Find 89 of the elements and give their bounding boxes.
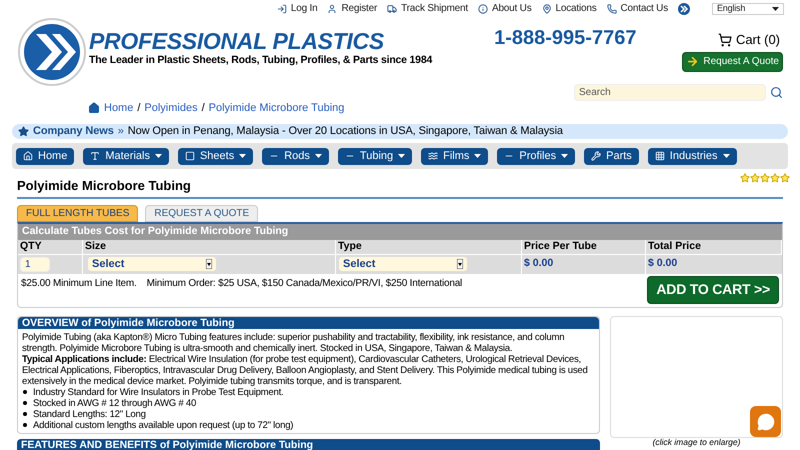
nav-button[interactable]: Rods (262, 148, 329, 164)
breadcrumb-link[interactable]: Polyimides (144, 100, 198, 116)
section-header: FEATURES AND BENEFITS of Polyimide Microbore Tubing (17, 438, 600, 450)
cart-link[interactable]: Cart (0) (718, 30, 780, 50)
info-icon (478, 4, 488, 14)
user-icon (327, 4, 338, 14)
star-icon (740, 173, 750, 183)
star-icon (780, 173, 790, 183)
applications-text: Typical Applications include: Electrical Wire Insulation (for probe test equipment), Cardiovascular Catheters, Urological Retrieval Devices, Electrical Applications, Fiberoptics, Intravascular Drug Delivery, Balloon Angioplasty, and Stent Delivery. This Polyimide medical tubing is used extensively in the medical device market. Polyimide tubing transmits torque, and is transparent. (22, 354, 589, 386)
nav-button[interactable]: Tubing (338, 148, 412, 164)
wave-icon (428, 151, 438, 161)
search-field[interactable]: Search (574, 84, 766, 101)
map-pin-icon (542, 4, 552, 14)
bullet-icon (23, 401, 27, 405)
top-link[interactable]: Contact Us (606, 1, 668, 16)
page-title: Polyimide Microbore Tubing (17, 177, 191, 195)
grid-icon (654, 151, 665, 161)
home-icon (88, 102, 100, 114)
phone-icon (606, 4, 617, 14)
star-icon (770, 173, 780, 183)
breadcrumb-link[interactable]: Polyimide Microbore Tubing (208, 100, 344, 116)
star-icon (18, 126, 29, 137)
image-caption: (click image to enlarge) (652, 438, 740, 446)
brand-tagline: The Leader in Plastic Sheets, Rods, Tubing, Profiles, & Parts since 1984 (89, 54, 432, 66)
bullet-icon (23, 390, 27, 394)
news-label: Company News (33, 124, 114, 140)
minimum-order-note: Minimum Order: $25 USA, $150 Canada/Mexico/PR/VI, $250 International (146, 276, 462, 290)
search-icon[interactable] (770, 86, 783, 99)
top-link[interactable]: Track Shipment (387, 1, 468, 16)
nav-button[interactable]: Films (421, 148, 488, 164)
sheet-icon (184, 151, 195, 161)
bullet-icon (23, 412, 27, 416)
news-text: Now Open in Penang, Malaysia - Over 20 Locations in USA, Singapore, Taiwan & Malaysia (128, 124, 563, 140)
column-header: Price Per Tube (522, 240, 646, 254)
home-icon (23, 151, 33, 161)
arrow-icon (686, 55, 700, 68)
calculator-title: Calculate Tubes Cost for Polyimide Microbore Tubing (18, 224, 782, 240)
top-link[interactable]: Locations (542, 1, 597, 16)
bullet-text: Additional custom lengths available upon request (up to 72" long) (33, 420, 294, 430)
top-link[interactable]: Log In (276, 1, 318, 16)
wrench-icon (591, 151, 602, 161)
star-icon (750, 173, 760, 183)
letters-icon (90, 151, 100, 161)
star-icon (760, 173, 770, 183)
logo-mark-icon (678, 2, 690, 14)
table-cell-text: $ 0.00 (647, 256, 678, 272)
breadcrumb-link[interactable]: Home (104, 100, 134, 116)
chat-icon (756, 412, 774, 430)
qty-field[interactable]: 1 (20, 256, 50, 272)
logo-icon (18, 18, 86, 86)
table-cell: $ 0.00 (522, 254, 646, 274)
breadcrumb-separator: / (137, 100, 140, 116)
nav-button[interactable]: Sheets (178, 148, 254, 164)
bullet-text: Stocked in AWG # 12 through AWG # 40 (33, 398, 196, 408)
nav-button[interactable]: Parts (584, 148, 639, 164)
language-select[interactable]: English (712, 2, 784, 14)
truck-icon (387, 4, 398, 14)
select-dropdown[interactable]: Select (87, 256, 217, 272)
column-header: QTY (18, 240, 83, 254)
top-link[interactable]: Register (327, 1, 378, 16)
column-header: Size (83, 240, 336, 254)
caret-icon (772, 6, 779, 10)
cart-icon (718, 32, 732, 47)
tab[interactable]: REQUEST A QUOTE (145, 204, 258, 222)
bullet-text: Standard Lengths: 12" Long (33, 408, 146, 420)
overview-text: Polyimide Tubing (aka Kapton®) Micro Tubing features include: superior pushability and tractability, flexibility, ink resistance, and column strength. Polyimide Microbore Tubing is ultra-smooth and chemically inert. Stocked in USA, Singapore, Taiwan & Malaysia. (22, 332, 566, 354)
dropdown-arrow-icon (206, 259, 212, 269)
column-header: Total Price (646, 240, 782, 254)
news-chevron: » (118, 124, 124, 140)
nav-button[interactable]: Materials (83, 148, 169, 164)
select-dropdown[interactable]: Select (338, 256, 468, 272)
nav-button[interactable]: Home (16, 148, 74, 164)
chat-button[interactable] (750, 406, 781, 437)
nav-button[interactable]: Industries (648, 148, 736, 164)
dropdown-arrow-icon (457, 259, 463, 269)
tab[interactable]: FULL LENGTH TUBES (17, 204, 138, 222)
breadcrumb-separator: / (202, 100, 205, 116)
minimum-line-note: $25.00 Minimum Line Item. (21, 276, 137, 290)
brand-name: PROFESSIONAL PLASTICS (89, 28, 385, 54)
section-header: OVERVIEW of Polyimide Microbore Tubing (18, 316, 599, 328)
request-quote-button[interactable]: Request A Quote (682, 52, 783, 72)
add-to-cart-button[interactable]: ADD TO CART >> (647, 276, 779, 304)
column-header: Type (336, 240, 522, 254)
phone-number: 1-888-995-7767 (494, 26, 636, 49)
nav-button[interactable]: Profiles (497, 148, 576, 164)
bullet-text: Industry Standard for Wire Insulators in Probe Test Equipment. (33, 386, 284, 398)
top-link[interactable]: About Us (478, 1, 532, 16)
bullet-icon (23, 423, 27, 427)
login-icon (276, 4, 287, 14)
